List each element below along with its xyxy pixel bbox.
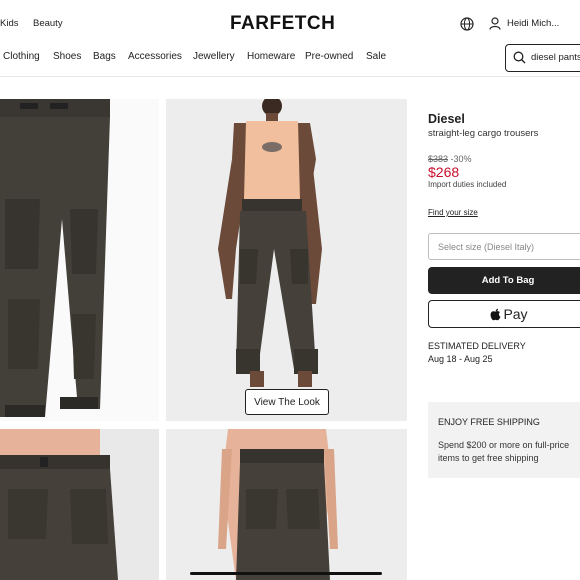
model-wearing-trousers-image xyxy=(218,99,322,387)
view-the-look-button[interactable]: View The Look xyxy=(245,389,329,415)
price-row: $383 -30% xyxy=(428,154,472,164)
category-sale[interactable]: Sale xyxy=(366,51,386,62)
brand-name[interactable]: Diesel xyxy=(428,112,465,126)
category-accessories[interactable]: Accessories xyxy=(128,51,182,62)
original-price: $383 xyxy=(428,154,449,164)
home-indicator-bar xyxy=(190,572,382,575)
cargo-trousers-image xyxy=(0,99,110,417)
user-name[interactable]: Heidi Mich... xyxy=(507,18,559,29)
search-icon xyxy=(513,51,526,64)
discount-badge: -30% xyxy=(450,154,472,164)
category-nav: Clothing Shoes Bags Accessories Jeweller… xyxy=(0,50,500,66)
search-box[interactable]: diesel pants xyxy=(505,44,580,72)
category-bags[interactable]: Bags xyxy=(93,51,116,62)
shipping-heading: ENJOY FREE SHIPPING xyxy=(438,417,540,427)
globe-icon[interactable] xyxy=(460,17,474,31)
delivery-heading: ESTIMATED DELIVERY xyxy=(428,341,526,351)
user-icon[interactable] xyxy=(489,17,501,30)
product-image-3[interactable] xyxy=(0,429,159,580)
product-image-2[interactable]: View The Look xyxy=(166,99,407,421)
category-jewellery[interactable]: Jewellery xyxy=(193,51,235,62)
apple-icon xyxy=(491,308,501,320)
product-image-4[interactable] xyxy=(166,429,407,580)
trousers-front-closeup-image xyxy=(0,429,118,580)
category-clothing[interactable]: Clothing xyxy=(3,51,40,62)
header-divider xyxy=(0,76,580,77)
size-select[interactable]: Select size (Diesel Italy) xyxy=(428,233,580,260)
add-to-bag-button[interactable]: Add To Bag xyxy=(428,267,580,294)
category-shoes[interactable]: Shoes xyxy=(53,51,81,62)
trousers-back-view-image xyxy=(218,429,338,580)
category-pre-owned[interactable]: Pre-owned xyxy=(305,51,353,62)
duties-note: Import duties included xyxy=(428,180,507,189)
product-image-1[interactable] xyxy=(0,99,159,421)
find-size-link[interactable]: Find your size xyxy=(428,208,478,217)
shipping-text: Spend $200 or more on full-price items t… xyxy=(438,440,570,463)
sale-price: $268 xyxy=(428,164,460,180)
apple-pay-label: Pay xyxy=(503,306,528,322)
farfetch-logo[interactable]: FARFETCH xyxy=(230,13,335,35)
nav-kids[interactable]: Kids xyxy=(0,18,18,29)
category-homeware[interactable]: Homeware xyxy=(247,51,295,62)
free-shipping-panel: ENJOY FREE SHIPPING Spend $200 or more o… xyxy=(428,402,580,478)
search-input[interactable]: diesel pants xyxy=(531,52,580,63)
nav-beauty[interactable]: Beauty xyxy=(33,18,63,29)
product-name: straight-leg cargo trousers xyxy=(428,128,539,139)
apple-pay-button[interactable]: Pay xyxy=(428,300,580,328)
delivery-dates: Aug 18 - Aug 25 xyxy=(428,354,493,364)
